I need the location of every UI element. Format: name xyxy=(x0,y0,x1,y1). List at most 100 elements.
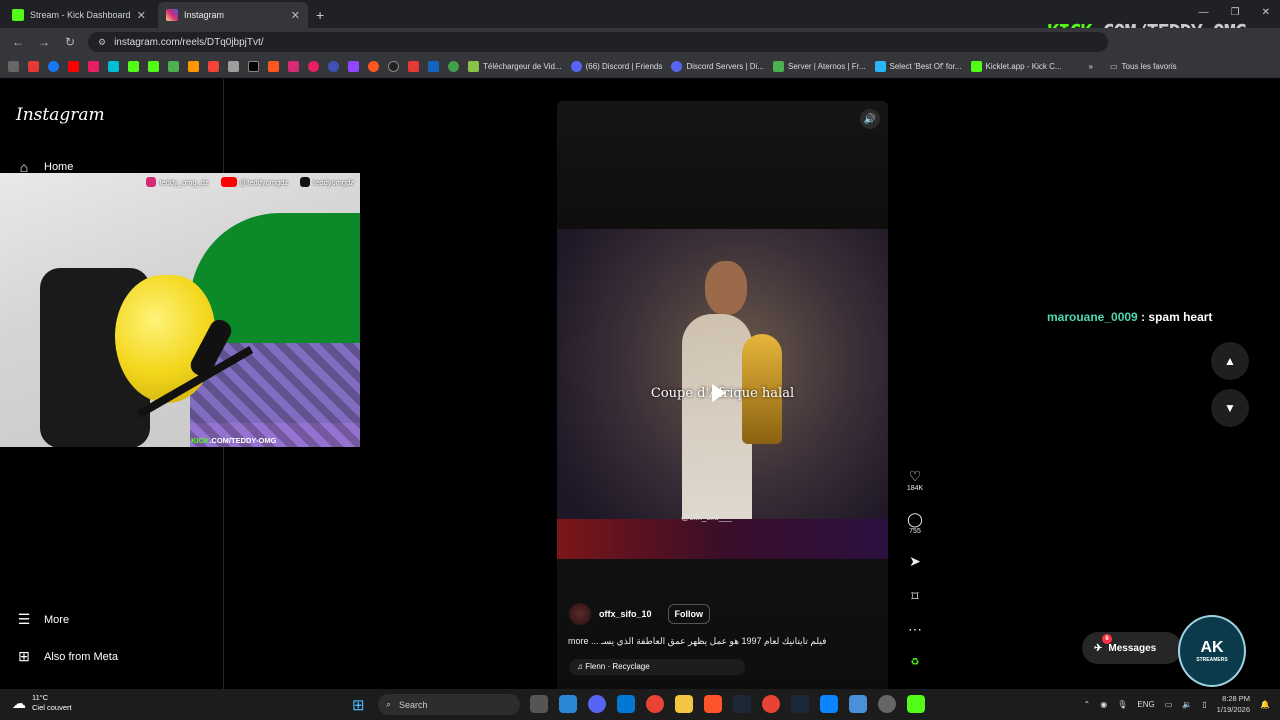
taskbar-search[interactable]: ⌕ Search xyxy=(378,694,520,715)
sidebar-item-more[interactable]: ☰ More xyxy=(16,611,69,628)
close-window-icon[interactable]: ✕ xyxy=(1262,7,1270,18)
bookmark-label: Discord Servers | Di... xyxy=(686,62,764,71)
instagram-icon[interactable] xyxy=(288,61,299,72)
twitch-icon[interactable] xyxy=(348,61,359,72)
save-button[interactable]: ⌑ xyxy=(899,588,931,605)
reel-description[interactable]: more ... فيلم تايتانيك لعام 1997 هو عمل … xyxy=(568,636,826,647)
app-icon[interactable] xyxy=(849,695,867,713)
close-tab-icon[interactable]: ✕ xyxy=(291,9,300,22)
network-icon[interactable]: ▭ xyxy=(1165,700,1173,709)
reel-video[interactable]: Coupe d'Afrique halal @offx_sifo___ xyxy=(557,229,888,559)
reload-icon[interactable]: ↻ xyxy=(62,35,78,49)
follow-button[interactable]: Follow xyxy=(667,604,711,624)
tiktok-icon[interactable] xyxy=(248,61,259,72)
bookmark-label: Select 'Best Of' for... xyxy=(889,62,962,71)
bookmark-kicklet[interactable]: Kicklet.app - Kick C... xyxy=(970,61,1062,72)
bookmark-icon[interactable] xyxy=(268,61,279,72)
bookmark-icon[interactable] xyxy=(448,61,459,72)
bookmark-discord-friends[interactable]: (66) Discord | Friends xyxy=(570,61,662,72)
discord-icon[interactable] xyxy=(588,695,606,713)
audio-track[interactable]: ♫ Flenn · Recyclage xyxy=(569,659,745,675)
apps-icon[interactable] xyxy=(8,61,19,72)
kick-icon[interactable] xyxy=(148,61,159,72)
chevron-up-icon[interactable]: ⌃ xyxy=(1084,700,1091,709)
tab-kick-dashboard[interactable]: Stream - Kick Dashboard ✕ xyxy=(4,2,154,28)
app-icon[interactable] xyxy=(820,695,838,713)
bookmark-aternos[interactable]: Server | Aternos | Fr... xyxy=(773,61,866,72)
close-tab-icon[interactable]: ✕ xyxy=(137,9,146,22)
audio-thumb[interactable]: ♻ xyxy=(899,657,931,668)
battery-icon[interactable]: ▯ xyxy=(1202,700,1206,709)
language-indicator[interactable]: ENG xyxy=(1137,700,1154,709)
share-button[interactable]: ➤ xyxy=(899,553,931,570)
bookmark-icon[interactable] xyxy=(428,61,439,72)
brave-icon[interactable] xyxy=(704,695,722,713)
app-icon[interactable] xyxy=(907,695,925,713)
bookmark-icon[interactable] xyxy=(168,61,179,72)
mail-icon[interactable] xyxy=(617,695,635,713)
bookmark-icon[interactable] xyxy=(108,61,119,72)
facebook-icon[interactable] xyxy=(48,61,59,72)
settings-icon[interactable] xyxy=(878,695,896,713)
windows-start-icon[interactable]: ⊞ xyxy=(352,696,365,714)
bookmark-icon[interactable] xyxy=(408,61,419,72)
chevron-right-icon[interactable]: » xyxy=(1089,62,1093,71)
like-button[interactable]: ♡ 184K xyxy=(899,468,931,492)
minimize-icon[interactable]: — xyxy=(1199,7,1209,18)
volume-icon[interactable]: 🔉 xyxy=(1182,700,1192,709)
messages-button[interactable]: ✈ 6 Messages xyxy=(1082,632,1182,664)
forward-icon[interactable]: → xyxy=(36,35,52,49)
weather-widget[interactable]: ☁ 11°C Ciel couvert xyxy=(12,693,72,713)
bookmark-best-of[interactable]: Select 'Best Of' for... xyxy=(874,61,962,72)
reel-author: offx_sifo_10 Follow xyxy=(569,603,711,625)
send-icon: ➤ xyxy=(909,553,921,569)
avatar[interactable] xyxy=(569,603,591,625)
tab-title: Stream - Kick Dashboard xyxy=(30,10,131,20)
bookmark-icon[interactable] xyxy=(208,61,219,72)
comment-button[interactable]: ◯ 755 xyxy=(899,511,931,535)
all-bookmarks[interactable]: ▭ Tous les favoris xyxy=(1110,62,1177,71)
notification-icon[interactable]: 🔔 xyxy=(1260,700,1270,709)
bookmark-discord-servers[interactable]: Discord Servers | Di... xyxy=(671,61,764,72)
cloud-icon: ☁ xyxy=(12,695,26,711)
bookmark-video-downloader[interactable]: Téléchargeur de Vid... xyxy=(468,61,562,72)
bookmark-icon[interactable] xyxy=(368,61,379,72)
url-bar[interactable]: ⚙ instagram.com/reels/DTq0jbpjTvt/ xyxy=(88,32,1108,52)
comment-count: 755 xyxy=(909,528,921,535)
steam-icon[interactable] xyxy=(733,695,751,713)
bookmark-icon[interactable] xyxy=(328,61,339,72)
chrome-icon[interactable] xyxy=(762,695,780,713)
previous-reel-button[interactable]: ▲ xyxy=(1211,342,1249,380)
next-reel-button[interactable]: ▼ xyxy=(1211,389,1249,427)
microphone-icon[interactable]: 🎙 xyxy=(1117,700,1127,709)
tab-title: Instagram xyxy=(184,10,225,20)
task-view-icon[interactable] xyxy=(530,695,548,713)
play-icon[interactable] xyxy=(712,384,726,402)
folder-icon[interactable] xyxy=(675,695,693,713)
steam-icon[interactable] xyxy=(791,695,809,713)
reel-top-area xyxy=(557,101,888,229)
site-info-icon[interactable]: ⚙ xyxy=(98,37,106,48)
author-name[interactable]: offx_sifo_10 xyxy=(599,609,652,619)
copilot-icon[interactable] xyxy=(559,695,577,713)
sidebar-item-meta[interactable]: ⊞ Also from Meta xyxy=(16,648,118,665)
tab-instagram[interactable]: Instagram ✕ xyxy=(158,2,308,28)
instagram-logo[interactable]: Instagram xyxy=(16,105,105,125)
clock[interactable]: 8:28 PM 1/19/2026 xyxy=(1217,693,1250,715)
back-icon[interactable]: ← xyxy=(10,35,26,49)
kick-icon[interactable] xyxy=(128,61,139,72)
more-options-button[interactable]: ⋯ xyxy=(899,621,931,638)
chrome-icon[interactable] xyxy=(646,695,664,713)
volume-icon[interactable]: 🔊 xyxy=(860,109,880,129)
bookmark-icon[interactable] xyxy=(388,61,399,72)
youtube-icon[interactable] xyxy=(68,61,79,72)
discord-tray-icon[interactable]: ◉ xyxy=(1100,700,1107,709)
bookmark-icon[interactable] xyxy=(28,61,39,72)
maximize-icon[interactable]: ❐ xyxy=(1231,7,1240,18)
watermark-white: .COM/TEDDY-OMG xyxy=(209,436,277,445)
bookmark-icon[interactable] xyxy=(308,61,319,72)
bookmark-icon[interactable] xyxy=(228,61,239,72)
new-tab-button[interactable]: + xyxy=(316,7,324,23)
bookmark-icon[interactable] xyxy=(88,61,99,72)
bookmark-icon[interactable] xyxy=(188,61,199,72)
